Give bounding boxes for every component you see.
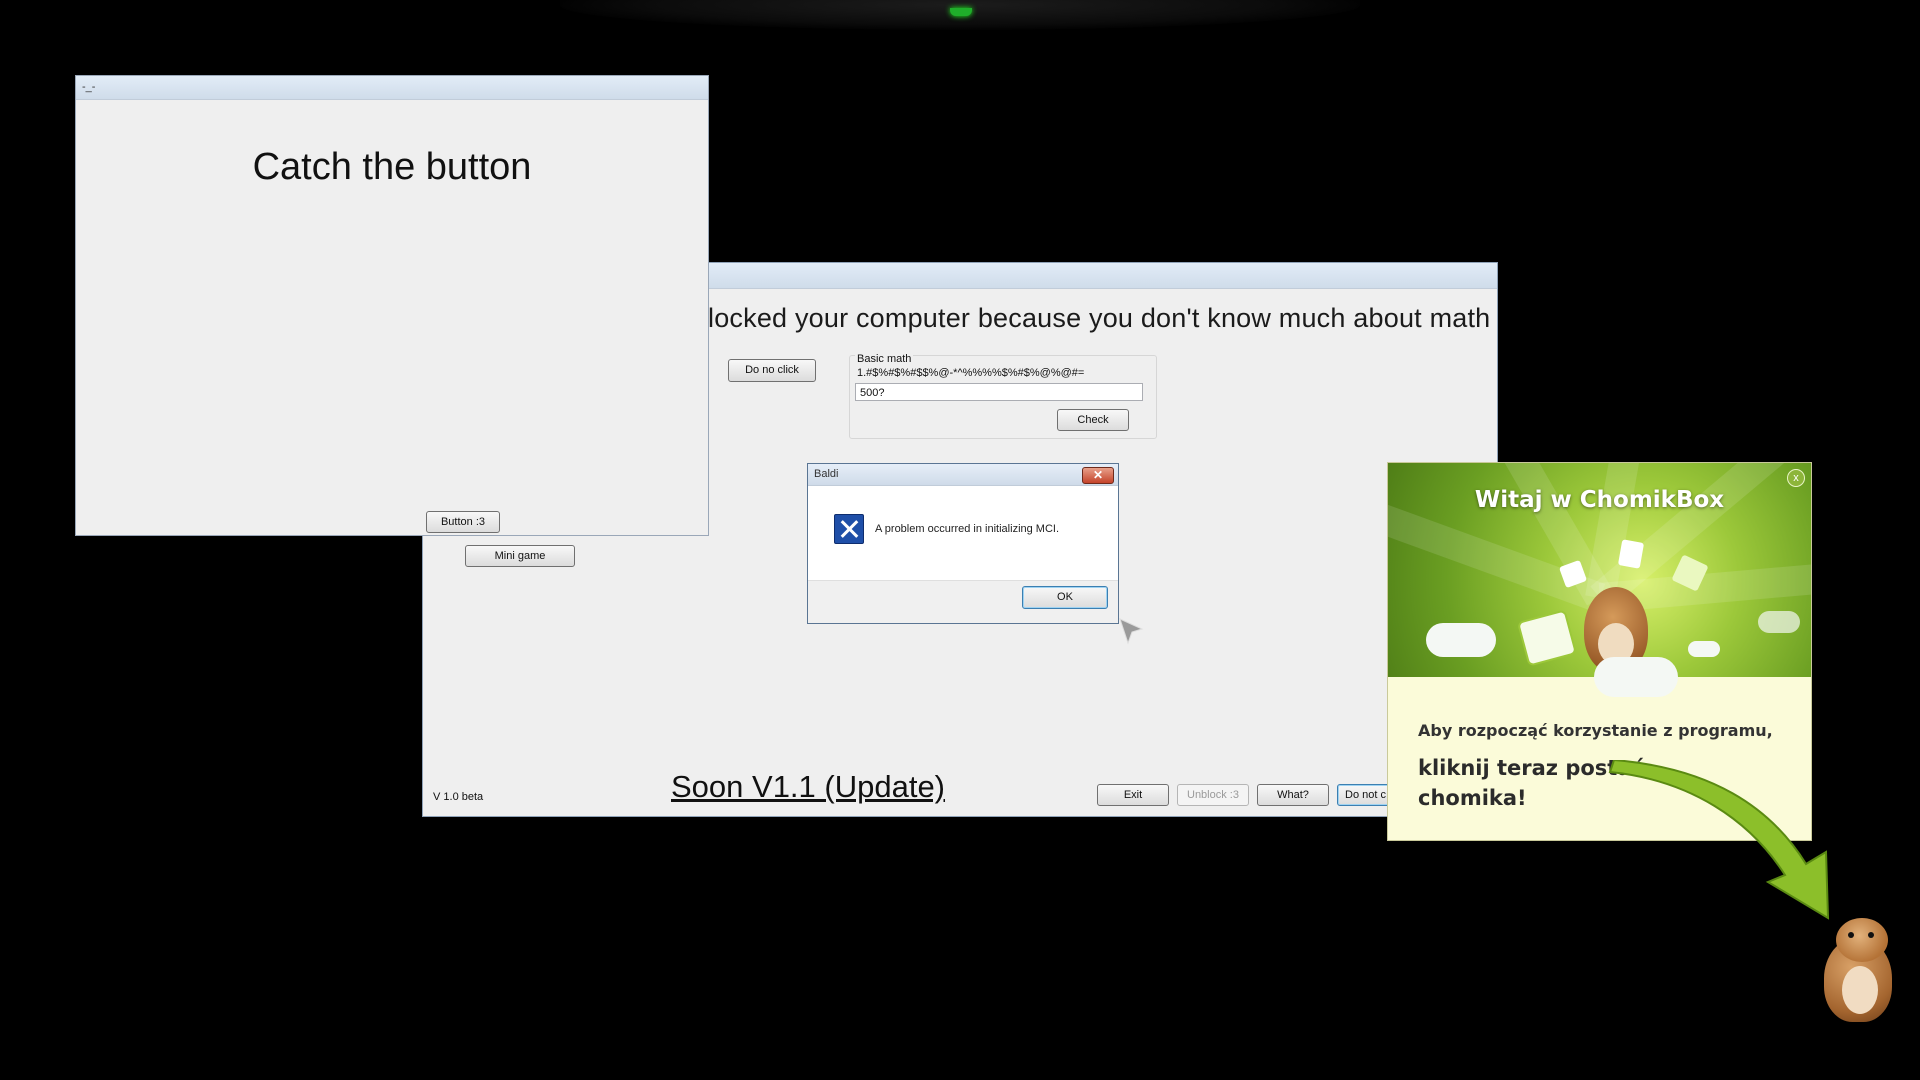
- screen-top-bezel: [560, 0, 1360, 30]
- green-arrow-icon: [1608, 760, 1830, 920]
- check-button[interactable]: Check: [1057, 409, 1129, 431]
- ok-button[interactable]: OK: [1022, 586, 1108, 609]
- mini-game-button[interactable]: Mini game: [465, 545, 575, 567]
- what-button[interactable]: What?: [1257, 784, 1329, 806]
- catch-window-titlebar: -_-: [76, 76, 708, 100]
- error-dialog: Baldi ✕ A problem occurred in initializi…: [807, 463, 1119, 624]
- cloud-icon: [1594, 657, 1678, 697]
- close-icon[interactable]: ✕: [1082, 467, 1114, 484]
- desktop-hamster-mascot[interactable]: [1818, 918, 1900, 1022]
- chomikbox-title: Witaj w ChomikBox: [1474, 487, 1725, 513]
- catch-window-title: -_-: [82, 81, 96, 93]
- cloud-icon: [1426, 623, 1496, 657]
- exit-button[interactable]: Exit: [1097, 784, 1169, 806]
- catch-window: -_- Catch the button Button :3: [75, 75, 709, 536]
- math-answer-input[interactable]: 500?: [855, 383, 1143, 401]
- basic-math-label: Basic math: [855, 353, 914, 365]
- chomikbox-instruction: Aby rozpocząć korzystanie z programu,: [1418, 721, 1773, 740]
- catch-heading: Catch the button: [252, 146, 532, 188]
- error-dialog-titlebar: Baldi: [808, 464, 1118, 486]
- math-question: 1.#$%#$%#$$%@-*^%%%%$%#$%@%@#=: [857, 367, 1085, 379]
- error-x-icon: [834, 514, 864, 544]
- chomikbox-banner: Witaj w ChomikBox x: [1388, 463, 1811, 697]
- unblock-button[interactable]: Unblock :3: [1177, 784, 1249, 806]
- chomikbox-close-icon[interactable]: x: [1787, 469, 1805, 487]
- power-led-icon: [950, 8, 972, 16]
- version-label: V 1.0 beta: [433, 791, 484, 803]
- mouse-cursor-icon: [1119, 618, 1144, 645]
- music-file-icon: [1516, 609, 1578, 667]
- soon-update-link[interactable]: Soon V1.1 (Update): [671, 769, 945, 805]
- error-dialog-title: Baldi: [814, 468, 839, 480]
- do-no-click-button[interactable]: Do no click: [728, 359, 816, 382]
- file-icon: [1617, 539, 1645, 569]
- locked-message: locked your computer because you don't k…: [708, 303, 1491, 333]
- cloud-icon: [1688, 641, 1720, 657]
- catch-button[interactable]: Button :3: [426, 511, 500, 533]
- error-message: A problem occurred in initializing MCI.: [875, 523, 1060, 535]
- cloud-icon: [1758, 611, 1800, 633]
